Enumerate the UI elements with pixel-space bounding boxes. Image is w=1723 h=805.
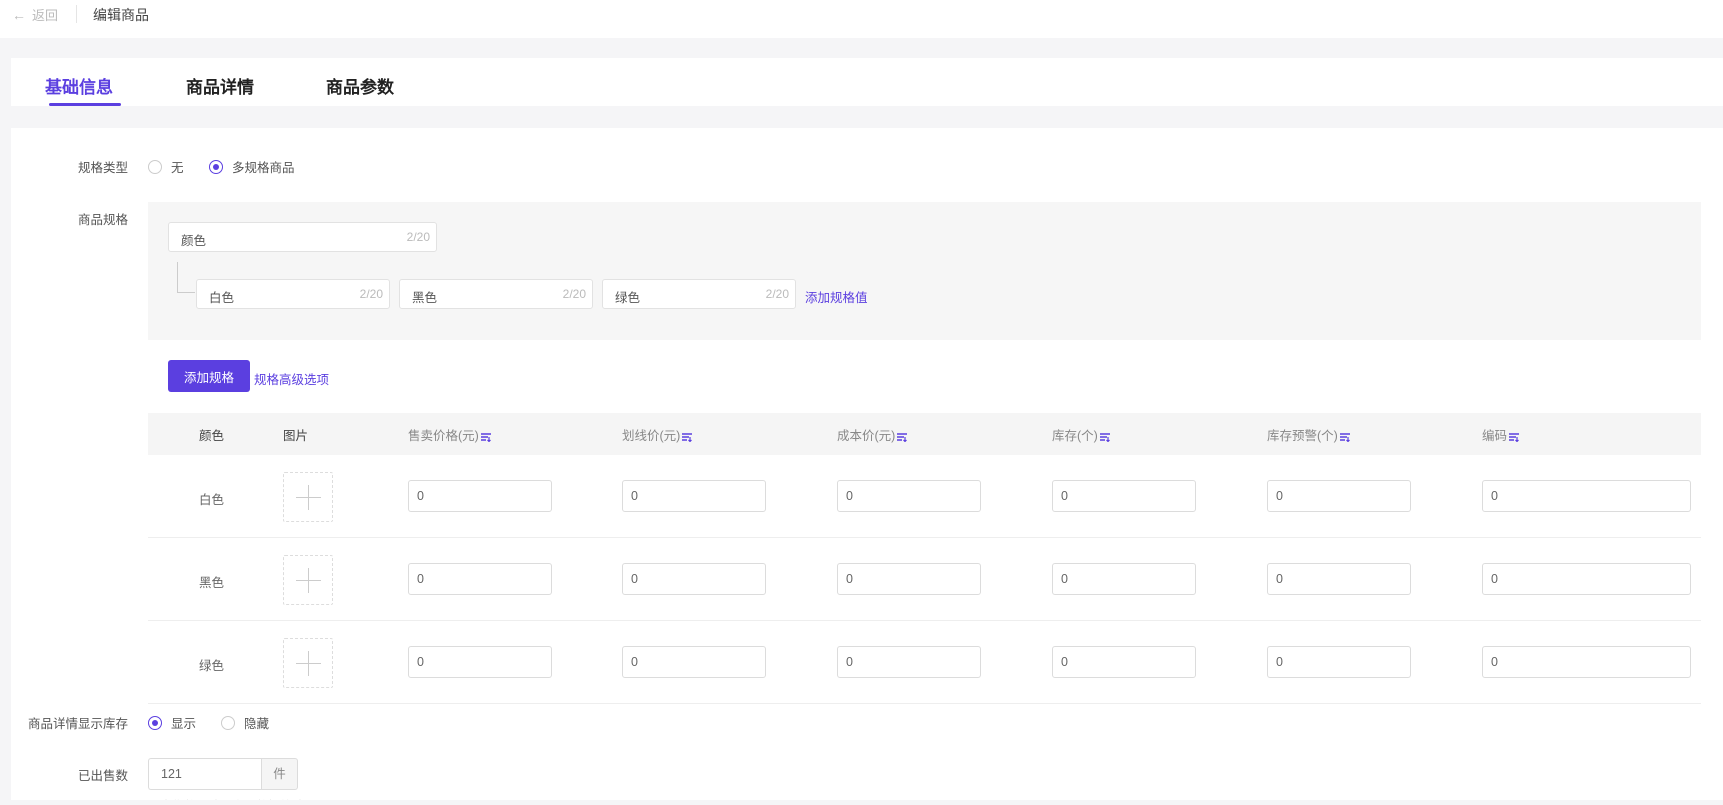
header-label: 划线价(元)	[622, 429, 681, 443]
batch-fill-icon[interactable]	[1339, 432, 1351, 442]
spec-value: 绿色	[615, 291, 641, 305]
char-counter: 2/20	[562, 287, 586, 301]
header-label: 库存预警(个)	[1267, 429, 1338, 443]
cost-input[interactable]: 0	[837, 563, 981, 595]
batch-fill-icon[interactable]	[896, 432, 908, 442]
image-upload-button[interactable]	[283, 472, 333, 522]
page-bottom-edge	[0, 800, 1723, 805]
product-spec-label: 商品规格	[77, 213, 128, 227]
tab-bar: 基础信息 商品详情 商品参数	[11, 58, 1723, 106]
arrow-left-icon: ←	[12, 6, 26, 23]
price-input[interactable]: 0	[408, 646, 552, 678]
stock-alert-input[interactable]: 0	[1267, 646, 1411, 678]
row-color-name: 黑色	[199, 576, 225, 590]
radio-label: 隐藏	[244, 717, 270, 731]
stock-alert-input[interactable]: 0	[1267, 480, 1411, 512]
header-label: 成本价(元)	[837, 429, 896, 443]
cost-input[interactable]: 0	[837, 480, 981, 512]
top-bar: ← 返回 编辑商品	[0, 0, 1723, 38]
divider	[76, 5, 77, 23]
spec-value-input[interactable]: 绿色 2/20	[602, 279, 796, 309]
char-counter: 2/20	[406, 230, 430, 244]
sold-count-label: 已出售数	[77, 769, 128, 783]
tab-product-params[interactable]: 商品参数	[326, 73, 394, 98]
header-label: 库存(个)	[1052, 429, 1098, 443]
active-tab-indicator	[49, 103, 121, 106]
back-label: 返回	[32, 8, 59, 23]
page-title: 编辑商品	[93, 7, 149, 23]
show-stock-option-hide[interactable]: 隐藏	[221, 713, 269, 732]
header-label: 编码	[1482, 429, 1508, 443]
code-input[interactable]: 0	[1482, 480, 1691, 512]
spec-value-input[interactable]: 黑色 2/20	[399, 279, 593, 309]
stock-alert-input[interactable]: 0	[1267, 563, 1411, 595]
table-row: 绿色 0 0 0 0 0 0	[148, 621, 1701, 704]
radio-label: 显示	[171, 717, 197, 731]
tab-product-detail[interactable]: 商品详情	[186, 73, 254, 98]
price-input[interactable]: 0	[408, 480, 552, 512]
char-counter: 2/20	[359, 287, 383, 301]
back-button[interactable]: ← 返回	[12, 5, 58, 24]
column-header-image: 图片	[283, 429, 309, 443]
column-header-code[interactable]: 编码	[1482, 425, 1520, 444]
code-input[interactable]: 0	[1482, 646, 1691, 678]
cost-input[interactable]: 0	[837, 646, 981, 678]
advanced-spec-options-link[interactable]: 规格高级选项	[254, 369, 329, 388]
image-upload-button[interactable]	[283, 638, 333, 688]
tree-connector	[177, 262, 195, 293]
spec-value: 黑色	[412, 291, 438, 305]
stock-input[interactable]: 0	[1052, 646, 1196, 678]
radio-checked-icon	[148, 715, 162, 730]
image-upload-button[interactable]	[283, 555, 333, 605]
column-header-price[interactable]: 售卖价格(元)	[408, 425, 492, 444]
batch-fill-icon[interactable]	[480, 432, 492, 442]
table-row: 黑色 0 0 0 0 0 0	[148, 538, 1701, 621]
row-color-name: 绿色	[199, 659, 225, 673]
spec-type-label: 规格类型	[77, 161, 128, 175]
column-header-stock[interactable]: 库存(个)	[1052, 425, 1111, 444]
spec-value: 白色	[209, 291, 235, 305]
char-counter: 2/20	[765, 287, 789, 301]
spec-value-input[interactable]: 白色 2/20	[196, 279, 390, 309]
strike-price-input[interactable]: 0	[622, 646, 766, 678]
tab-basic-info[interactable]: 基础信息	[45, 73, 113, 98]
strike-price-input[interactable]: 0	[622, 563, 766, 595]
header-label: 售卖价格(元)	[408, 429, 479, 443]
spec-type-option-multi[interactable]: 多规格商品	[209, 157, 295, 176]
column-header-strike-price[interactable]: 划线价(元)	[622, 425, 693, 444]
batch-fill-icon[interactable]	[1099, 432, 1111, 442]
column-header-color: 颜色	[199, 429, 225, 443]
add-spec-button[interactable]: 添加规格	[168, 360, 250, 392]
sold-count-input[interactable]: 121	[148, 758, 261, 790]
spec-name-value: 颜色	[181, 234, 207, 248]
spec-type-option-none[interactable]: 无	[148, 157, 184, 176]
add-spec-value-link[interactable]: 添加规格值	[805, 287, 868, 306]
spec-name-input[interactable]: 颜色 2/20	[168, 222, 437, 252]
sold-count-unit: 件	[261, 758, 298, 790]
price-input[interactable]: 0	[408, 563, 552, 595]
radio-label: 无	[171, 161, 184, 175]
show-stock-label: 商品详情显示库存	[27, 717, 128, 731]
batch-fill-icon[interactable]	[1508, 432, 1520, 442]
stock-input[interactable]: 0	[1052, 563, 1196, 595]
radio-unchecked-icon	[148, 159, 162, 174]
row-color-name: 白色	[199, 493, 225, 507]
code-input[interactable]: 0	[1482, 563, 1691, 595]
table-header: 颜色 图片 售卖价格(元) 划线价(元) 成本价(元) 库存(个) 库存预警(个…	[148, 413, 1701, 455]
show-stock-option-show[interactable]: 显示	[148, 713, 196, 732]
radio-label: 多规格商品	[232, 161, 295, 175]
radio-unchecked-icon	[221, 715, 235, 730]
radio-checked-icon	[209, 159, 223, 174]
batch-fill-icon[interactable]	[681, 432, 693, 442]
column-header-stock-alert[interactable]: 库存预警(个)	[1267, 425, 1351, 444]
strike-price-input[interactable]: 0	[622, 480, 766, 512]
stock-input[interactable]: 0	[1052, 480, 1196, 512]
column-header-cost[interactable]: 成本价(元)	[837, 425, 908, 444]
table-row: 白色 0 0 0 0 0 0	[148, 455, 1701, 538]
